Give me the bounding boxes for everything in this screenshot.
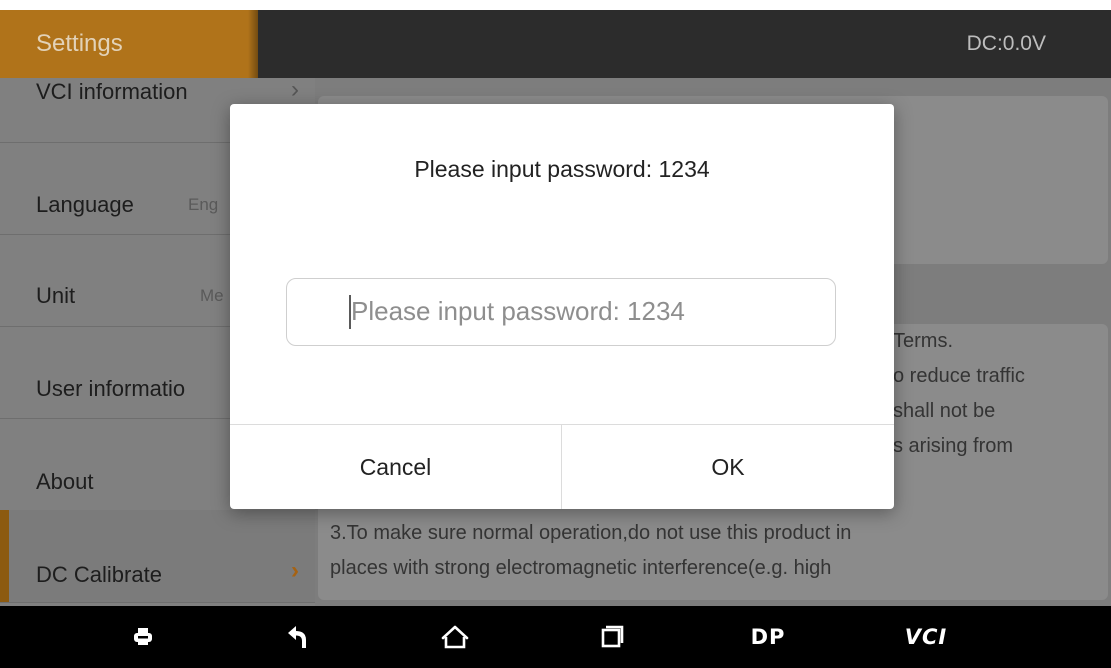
sidebar-item-value: Eng: [188, 195, 219, 214]
screen: Settings DC:0.0V VCI information › Langu…: [0, 10, 1111, 668]
vci-label: VCI: [904, 625, 948, 649]
sidebar-item-label: About: [36, 469, 94, 494]
print-icon: [134, 628, 152, 645]
terms-line: 3.To make sure normal operation,do not u…: [330, 522, 852, 544]
recent-apps-icon: [601, 625, 624, 648]
home-icon: [441, 625, 469, 649]
bottom-nav-bar: DP VCI: [0, 606, 1111, 668]
sidebar-item-value: Me: [200, 286, 224, 305]
print-button[interactable]: [113, 606, 173, 668]
chevron-right-icon: ›: [291, 557, 299, 584]
sidebar-item-label: Language: [36, 192, 134, 217]
sidebar-item-label: Unit: [36, 283, 76, 308]
vci-button[interactable]: VCI: [896, 606, 956, 668]
terms-line: s arising from: [893, 435, 1014, 457]
ok-button[interactable]: OK: [562, 425, 894, 509]
password-input-placeholder: Please input password: 1234: [351, 296, 685, 326]
back-button[interactable]: [268, 606, 328, 668]
chevron-right-icon: ›: [291, 76, 299, 103]
sidebar-item-dc-calibrate[interactable]: DC Calibrate ›: [0, 510, 315, 603]
sidebar-item-label: VCI information: [36, 79, 188, 104]
cancel-button[interactable]: Cancel: [230, 425, 561, 509]
voltage-readout: DC:0.0V: [966, 32, 1046, 55]
back-icon: [288, 626, 306, 648]
dialog-title: Please input password: 1234: [414, 156, 710, 182]
dp-label: DP: [750, 625, 786, 649]
password-dialog: Please input password: 1234 Please input…: [230, 104, 894, 509]
terms-line: places with strong electromagnetic inter…: [330, 557, 832, 579]
terms-line: o reduce traffic: [893, 365, 1025, 387]
sidebar-item-label: User informatio: [36, 376, 186, 401]
recent-apps-button[interactable]: [582, 606, 642, 668]
dp-button[interactable]: DP: [738, 606, 798, 668]
home-button[interactable]: [425, 606, 485, 668]
sidebar-item-label: DC Calibrate: [36, 562, 162, 587]
password-input[interactable]: Please input password: 1234: [286, 278, 836, 346]
terms-line: Terms.: [893, 330, 953, 352]
terms-line: shall not be: [893, 400, 996, 422]
